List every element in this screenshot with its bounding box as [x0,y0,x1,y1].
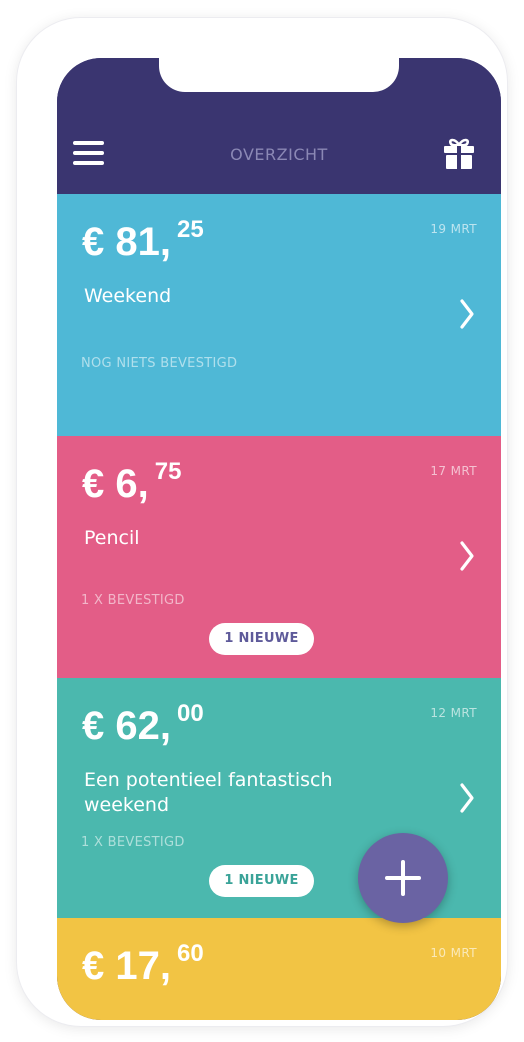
add-button[interactable] [358,833,448,923]
card-title: Pencil [84,527,140,549]
card-title: Weekend [84,285,172,307]
confirmation-status: 1 X BEVESTIGD [81,593,185,608]
chevron-right-icon [460,783,474,813]
page-title: OVERZICHT [230,145,328,164]
currency-symbol: € [82,944,105,988]
expense-card-pencil[interactable]: € 6, 75 17 MRT Pencil 1 X BEVESTIGD 1 NIE… [57,436,501,678]
amount: € 17, 60 [82,942,204,988]
card-date: 12 MRT [430,706,477,720]
confirmation-status: 1 X BEVESTIGD [81,835,185,850]
expense-card-4[interactable]: € 17, 60 10 MRT [57,918,501,1020]
currency-symbol: € [82,462,105,506]
amount-cents: 60 [176,940,204,967]
amount: € 81, 25 [82,218,204,264]
card-title: Een potentieel fantastisch weekend [84,769,333,816]
currency-symbol: € [82,220,105,264]
amount-cents: 75 [154,458,182,485]
amount: € 62, 00 [82,702,204,748]
new-badge[interactable]: 1 NIEUWE [209,865,314,897]
amount-cents: 25 [176,216,204,243]
card-date: 19 MRT [430,222,477,236]
card-date: 17 MRT [430,464,477,478]
amount: € 6, 75 [82,460,181,506]
confirmation-status: NOG NIETS BEVESTIGD [81,356,238,371]
chevron-right-icon [460,541,474,571]
amount-whole: 17, [115,944,171,988]
amount-whole: 62, [115,704,171,748]
chevron-right-icon [460,299,474,329]
device-notch [159,58,399,92]
expense-card-weekend[interactable]: € 81, 25 19 MRT Weekend NOG NIETS BEVESTI… [57,194,501,436]
amount-whole: 81, [115,220,171,264]
amount-whole: 6, [115,462,149,506]
phone-frame: OVERZICHT € 81, 25 19 MRT Weekend NOG NIE… [17,18,507,1026]
new-badge[interactable]: 1 NIEUWE [209,623,314,655]
card-date: 10 MRT [430,946,477,960]
plus-icon-vertical [401,860,405,896]
amount-cents: 00 [176,700,204,727]
currency-symbol: € [82,704,105,748]
gift-icon[interactable] [442,136,476,170]
